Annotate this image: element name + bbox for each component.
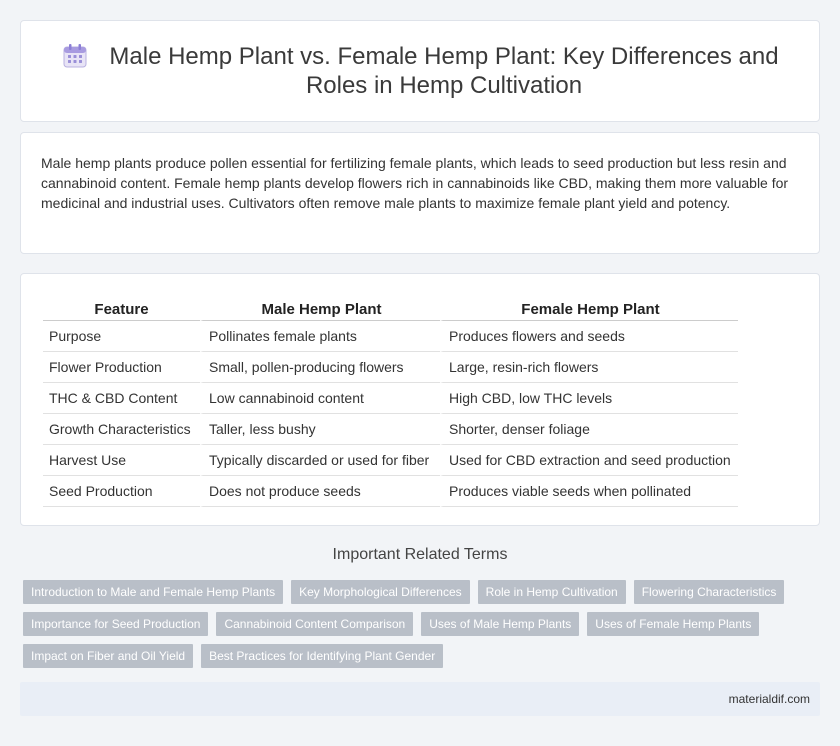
related-tags: Introduction to Male and Female Hemp Pla… — [23, 580, 803, 668]
related-tag[interactable]: Uses of Male Hemp Plants — [421, 612, 580, 636]
related-tag[interactable]: Key Morphological Differences — [291, 580, 470, 604]
cell-feature: THC & CBD Content — [43, 383, 200, 414]
cell-feature: Seed Production — [43, 476, 200, 507]
related-tag[interactable]: Role in Hemp Cultivation — [477, 580, 626, 604]
table-header-row: Feature Male Hemp Plant Female Hemp Plan… — [43, 294, 738, 321]
cell-male: Taller, less bushy — [200, 414, 440, 445]
related-tag[interactable]: Cannabinoid Content Comparison — [216, 612, 414, 636]
header-feature: Feature — [43, 294, 200, 321]
cell-feature: Flower Production — [43, 352, 200, 383]
related-tag[interactable]: Impact on Fiber and Oil Yield — [23, 644, 194, 668]
cell-feature: Purpose — [43, 321, 200, 352]
cell-male: Does not produce seeds — [200, 476, 440, 507]
footer: materialdif.com — [20, 682, 820, 716]
page-title: Male Hemp Plant vs. Female Hemp Plant: K… — [109, 43, 779, 99]
cell-feature: Harvest Use — [43, 445, 200, 476]
header-card: Male Hemp Plant vs. Female Hemp Plant: K… — [20, 20, 820, 122]
calendar-icon — [63, 44, 87, 68]
header-male: Male Hemp Plant — [200, 294, 440, 321]
table-row: Growth Characteristics Taller, less bush… — [43, 414, 738, 445]
header-female: Female Hemp Plant — [440, 294, 738, 321]
cell-female: Large, resin-rich flowers — [440, 352, 738, 383]
cell-male: Small, pollen-producing flowers — [200, 352, 440, 383]
intro-card: Male hemp plants produce pollen essentia… — [20, 132, 820, 254]
table-row: Flower Production Small, pollen-producin… — [43, 352, 738, 383]
comparison-table: Feature Male Hemp Plant Female Hemp Plan… — [43, 294, 738, 507]
cell-male: Typically discarded or used for fiber — [200, 445, 440, 476]
table-row: Seed Production Does not produce seeds P… — [43, 476, 738, 507]
cell-feature: Growth Characteristics — [43, 414, 200, 445]
table-row: THC & CBD Content Low cannabinoid conten… — [43, 383, 738, 414]
related-tag[interactable]: Flowering Characteristics — [633, 580, 785, 604]
intro-paragraph: Male hemp plants produce pollen essentia… — [41, 155, 789, 211]
related-tag[interactable]: Importance for Seed Production — [23, 612, 209, 636]
related-terms-title: Important Related Terms — [332, 546, 508, 563]
related-tag[interactable]: Introduction to Male and Female Hemp Pla… — [23, 580, 284, 604]
cell-male: Low cannabinoid content — [200, 383, 440, 414]
cell-female: Produces viable seeds when pollinated — [440, 476, 738, 507]
cell-female: High CBD, low THC levels — [440, 383, 738, 414]
related-tag[interactable]: Uses of Female Hemp Plants — [587, 612, 760, 636]
cell-female: Used for CBD extraction and seed product… — [440, 445, 738, 476]
footer-site-link[interactable]: materialdif.com — [729, 692, 810, 706]
cell-male: Pollinates female plants — [200, 321, 440, 352]
table-row: Harvest Use Typically discarded or used … — [43, 445, 738, 476]
cell-female: Shorter, denser foliage — [440, 414, 738, 445]
table-row: Purpose Pollinates female plants Produce… — [43, 321, 738, 352]
related-tag[interactable]: Best Practices for Identifying Plant Gen… — [201, 644, 444, 668]
comparison-card: Feature Male Hemp Plant Female Hemp Plan… — [20, 273, 820, 526]
cell-female: Produces flowers and seeds — [440, 321, 738, 352]
